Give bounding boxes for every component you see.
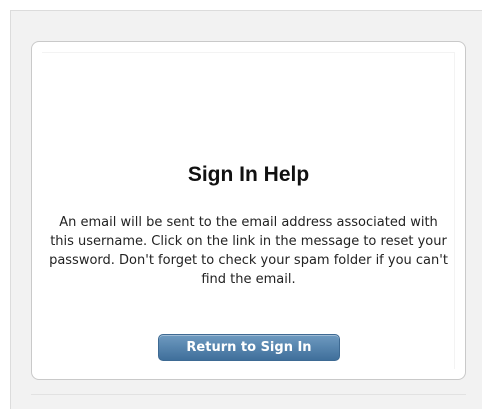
help-message: An email will be sent to the email addre… (49, 215, 448, 287)
bottom-divider (31, 394, 466, 395)
sign-in-help-card: Sign In Help An email will be sent to th… (31, 41, 466, 380)
page-title: Sign In Help (187, 163, 310, 186)
return-to-sign-in-button[interactable]: Return to Sign In (158, 334, 340, 361)
card-inner-frame (42, 52, 455, 369)
